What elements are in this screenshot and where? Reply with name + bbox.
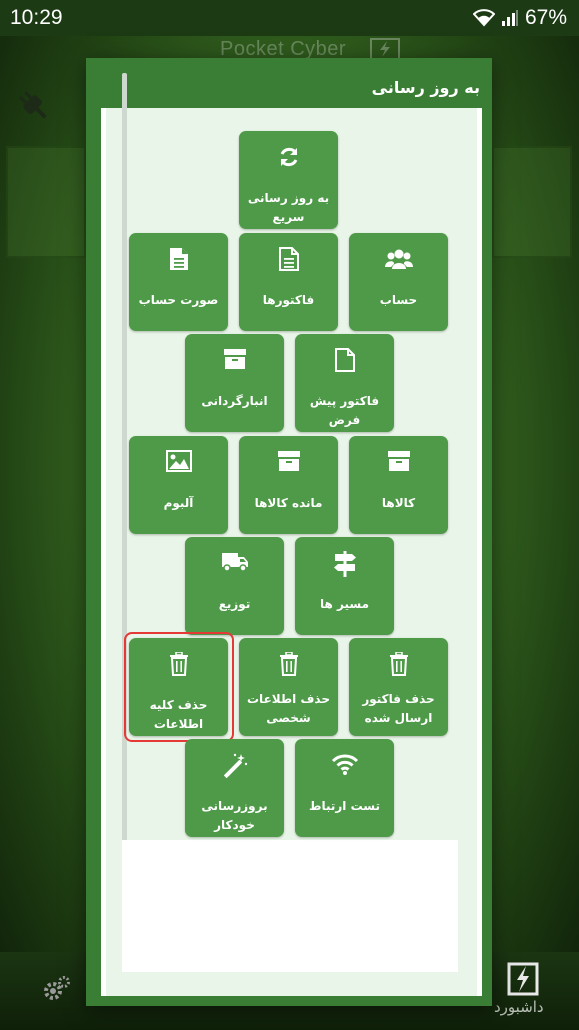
inventory-label: انبارگردانی (201, 394, 268, 408)
battery-percentage: 67% (524, 6, 567, 29)
auto-update-button[interactable]: بروزرسانی خودکار (185, 739, 284, 837)
account-statement-button[interactable]: صورت حساب (129, 233, 228, 331)
dialog-title: به روز رسانی (371, 78, 480, 97)
scrollbar[interactable] (122, 73, 127, 861)
status-indicators: 67% (472, 6, 567, 30)
plug-icon[interactable] (14, 86, 54, 130)
connection-test-button[interactable]: تست ارتباط (295, 739, 394, 837)
routes-button[interactable]: مسیر ها (295, 537, 394, 635)
connection-test-label: تست ارتباط (309, 799, 380, 813)
distribution-button[interactable]: توزیع (185, 537, 284, 635)
dashboard-icon[interactable] (507, 962, 539, 1000)
background-panel-left (6, 146, 86, 258)
magic-wand-icon (185, 753, 284, 779)
gear-icon[interactable] (42, 975, 72, 1007)
goods-balance-label: مانده کالاها (254, 496, 323, 510)
delete-sent-invoice-button[interactable]: حذف فاکتور ارسال شده (349, 638, 448, 736)
account-button[interactable]: حساب (349, 233, 448, 331)
album-label: آلبوم (163, 496, 194, 510)
account-label: حساب (379, 293, 418, 307)
signal-icon (501, 9, 519, 27)
inventory-button[interactable]: انبارگردانی (185, 334, 284, 432)
delete-all-info-button[interactable]: حذف کلیه اطلاعات (129, 638, 228, 736)
trash-icon (239, 652, 338, 678)
goods-label: کالاها (381, 496, 416, 510)
users-icon (349, 247, 448, 273)
blank-document-icon (295, 348, 394, 374)
trash-icon (349, 652, 448, 678)
routes-label: مسیر ها (320, 597, 370, 611)
delete-personal-info-button[interactable]: حذف اطلاعات شخصی (239, 638, 338, 736)
archive-box-icon (185, 348, 284, 374)
account-statement-label: صورت حساب (138, 293, 219, 307)
refresh-icon (239, 145, 338, 171)
distribution-label: توزیع (218, 597, 251, 611)
document-icon (129, 247, 228, 273)
dashboard-label[interactable]: داشبورد (494, 998, 544, 1016)
trash-icon (129, 652, 228, 678)
wifi-status-icon (472, 9, 495, 27)
blank-area (122, 840, 458, 972)
invoices-button[interactable]: فاکتورها (239, 233, 338, 331)
goods-balance-button[interactable]: مانده کالاها (239, 436, 338, 534)
truck-icon (185, 551, 284, 577)
proforma-invoice-button[interactable]: فاکتور پیش فرض (295, 334, 394, 432)
delete-sent-invoice-label: حذف فاکتور ارسال شده (362, 692, 435, 725)
goods-button[interactable]: کالاها (349, 436, 448, 534)
status-time: 10:29 (10, 6, 63, 29)
delete-personal-info-label: حذف اطلاعات شخصی (247, 692, 330, 725)
app-logo-icon (370, 38, 400, 60)
signpost-icon (295, 551, 394, 577)
status-bar: 10:29 67% (0, 0, 579, 36)
quick-update-label: به روز رسانی سریع (247, 191, 330, 224)
background-panel-right (492, 146, 572, 258)
proforma-invoice-label: فاکتور پیش فرض (309, 394, 380, 427)
auto-update-label: بروزرسانی خودکار (201, 799, 268, 832)
document-icon (239, 247, 338, 273)
delete-all-info-label: حذف کلیه اطلاعات (149, 698, 208, 731)
archive-box-icon (239, 450, 338, 476)
image-icon (129, 450, 228, 476)
quick-update-button[interactable]: به روز رسانی سریع (239, 131, 338, 229)
album-button[interactable]: آلبوم (129, 436, 228, 534)
invoices-label: فاکتورها (262, 293, 315, 307)
wifi-icon (295, 753, 394, 779)
archive-box-icon (349, 450, 448, 476)
